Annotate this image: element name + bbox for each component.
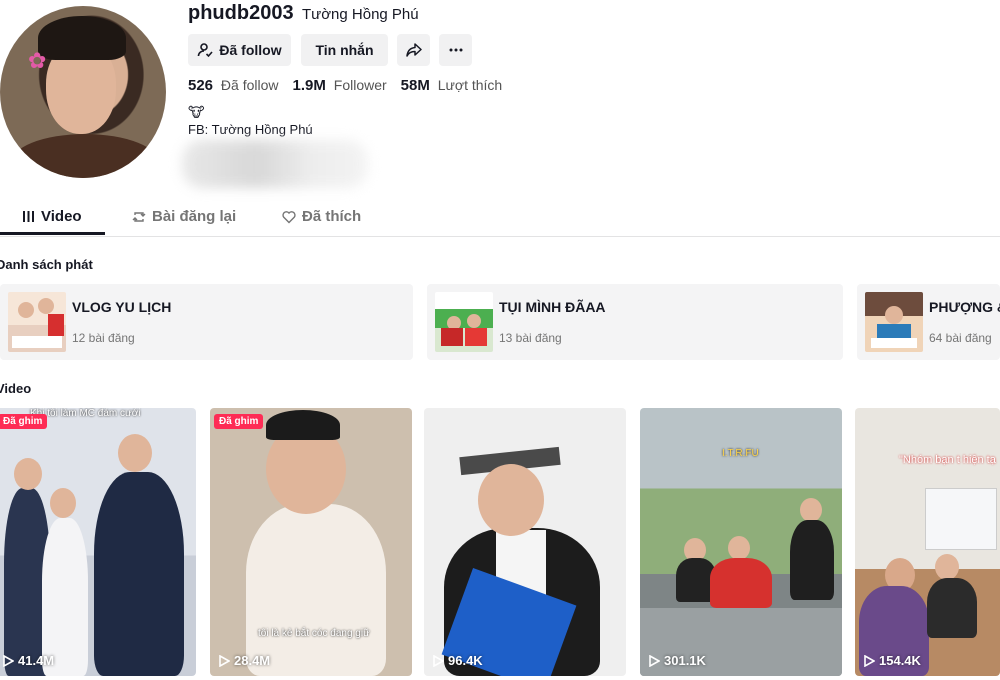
tab-reposts[interactable]: Bài đăng lại [132,208,236,225]
playlist-card[interactable]: PHƯỢNG & 64 bài đăng [857,284,1000,360]
tab-liked-label: Đã thích [302,208,362,225]
playlist-name: TỤI MÌNH ĐÃAA [499,299,606,315]
video-caption: tôi là kẻ bắt cóc đang giữ [258,628,370,639]
active-tab-indicator [0,232,105,235]
video-views-count: 28.4M [234,653,271,668]
message-button[interactable]: Tin nhắn [301,34,388,66]
heart-outline-icon [282,210,296,223]
following-count: 526 [188,77,214,94]
share-icon [405,43,422,57]
profile-nickname: Tường Hồng Phú [302,6,419,23]
playlist-count: 64 bài đăng [929,331,992,345]
video-views: 96.4K [432,653,483,668]
tab-video-label: Video [41,208,82,225]
pinned-badge: Đã ghim [0,414,48,429]
tab-reposts-label: Bài đăng lại [152,208,237,225]
play-icon [864,654,875,667]
profile-tabs: Video Bài đăng lại Đã thích [0,200,1000,237]
user-check-icon [198,43,213,58]
video-caption: I.T.R.FU [722,448,759,459]
following-label: Đã follow [220,77,279,93]
play-icon [649,654,660,667]
following-button-label: Đã follow [219,42,282,58]
followers-count: 1.9M [292,77,326,94]
more-dots-icon [449,48,462,52]
playlist-card[interactable]: VLOG YU LỊCH 12 bài đăng [0,284,413,360]
playlist-thumbnail [865,292,923,352]
playlist-name: PHƯỢNG & [929,299,1000,315]
followers-stat[interactable]: 1.9M Follower [293,77,387,94]
video-card[interactable]: Khi tôi làm MC đám cưới Đã ghim 41.4M [0,408,196,676]
play-icon [3,654,14,667]
video-views: 301.1K [648,653,706,668]
tab-video[interactable]: Video [22,208,82,225]
likes-label: Lượt thích [437,77,503,93]
video-views-count: 96.4K [448,653,483,668]
bio-text: FB: Tường Hồng Phú [188,122,313,137]
tab-liked[interactable]: Đã thích [282,208,361,225]
video-views-count: 41.4M [18,653,55,668]
play-icon [219,654,230,667]
profile-avatar[interactable]: ✿ [0,6,166,178]
following-stat[interactable]: 526 Đã follow [188,77,279,94]
playlist-thumbnail [435,292,493,352]
videos-heading: Video [0,381,32,396]
followers-label: Follower [333,77,387,93]
video-views: 154.4K [863,653,921,668]
pinned-badge: Đã ghim [214,414,264,429]
playlist-card[interactable]: TỤI MÌNH ĐÃAA 13 bài đăng [427,284,843,360]
video-card[interactable]: "Nhóm bạn t hiện tạ 154.4K [855,408,1000,676]
video-card[interactable]: 96.4K [424,408,626,676]
playlist-count: 13 bài đăng [499,331,562,345]
profile-stats: 526 Đã follow 1.9M Follower 58M Lượt thí… [188,77,502,94]
video-card[interactable]: tôi là kẻ bắt cóc đang giữ Đã ghim 28.4M [210,408,412,676]
play-icon [433,654,444,667]
bio-emoji: 🐮 [188,104,205,120]
video-views-count: 154.4K [879,653,921,668]
video-views: 28.4M [218,653,270,668]
grid-icon [23,211,34,222]
profile-username: phudb2003 [188,2,294,24]
playlist-count: 12 bài đăng [72,331,135,345]
avatar-hair [38,16,126,60]
avatar-shirt [10,134,160,178]
playlist-thumbnail [8,292,66,352]
video-views: 41.4M [2,653,54,668]
video-views-count: 301.1K [664,653,706,668]
more-options-button[interactable] [439,34,472,66]
likes-stat: 58M Lượt thích [401,77,503,94]
playlist-name: VLOG YU LỊCH [72,299,172,315]
share-button[interactable] [397,34,430,66]
blurred-bio-link [182,140,368,188]
likes-count: 58M [400,77,430,94]
video-caption: "Nhóm bạn t hiện tạ [899,454,996,466]
following-button[interactable]: Đã follow [188,34,291,66]
message-button-label: Tin nhắn [315,42,374,58]
repost-icon [132,211,146,222]
video-card[interactable]: I.T.R.FU 301.1K [640,408,842,676]
flower-icon: ✿ [28,48,47,73]
playlists-heading: Danh sách phát [0,257,93,272]
